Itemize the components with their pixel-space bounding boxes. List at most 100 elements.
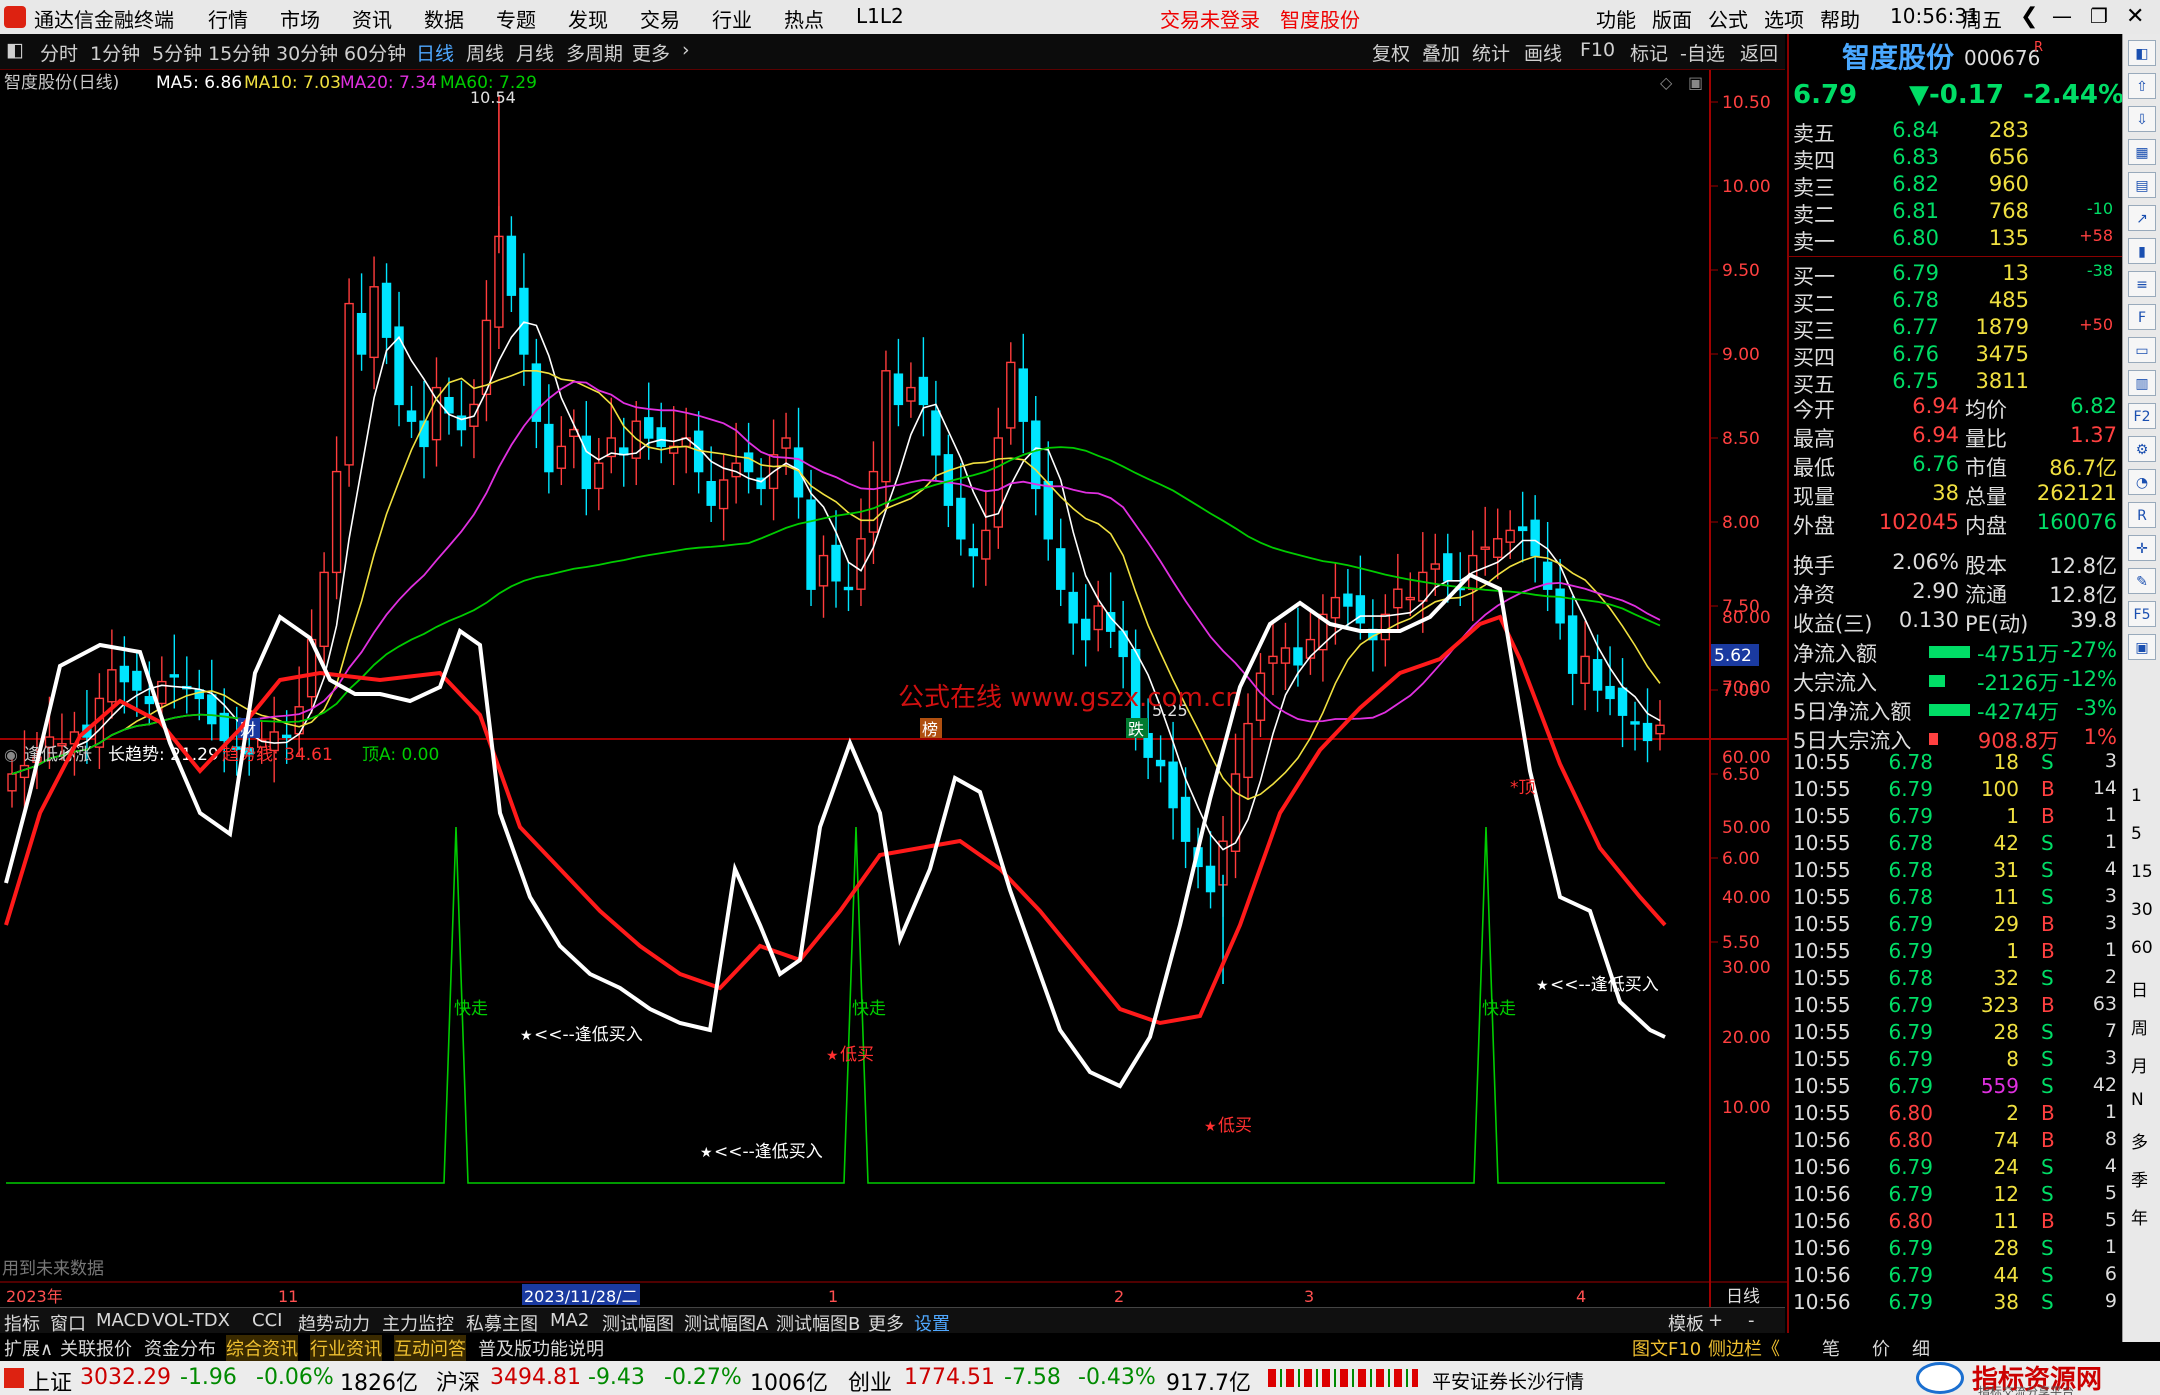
indicator-tab[interactable]: MA2 xyxy=(550,1310,589,1331)
arrow-down-icon[interactable]: ⇩ xyxy=(2128,106,2156,132)
indicator-tab[interactable]: MACD xyxy=(96,1310,150,1331)
period-5min[interactable]: 5分钟 xyxy=(152,39,202,66)
cross-icon[interactable]: ✛ xyxy=(2128,535,2156,561)
panel-toggle-icon[interactable]: ◧ xyxy=(6,39,24,61)
settings-icon[interactable]: ⚙ xyxy=(2128,436,2156,462)
period-shortcut[interactable]: 60 xyxy=(2131,938,2153,958)
menu-shuju[interactable]: 数据 xyxy=(424,4,464,33)
grid-icon[interactable]: ▦ xyxy=(2128,139,2156,165)
chart-area[interactable]: 智度股份(日线) MA5: 6.86 MA10: 7.03 MA20: 7.34… xyxy=(0,70,1787,1307)
template-btn[interactable]: + xyxy=(1708,1310,1723,1331)
menu-gongshi[interactable]: 公式 xyxy=(1708,4,1748,33)
period-more[interactable]: 更多 xyxy=(632,39,670,66)
list-icon[interactable]: ≡ xyxy=(2128,271,2156,297)
side-tab[interactable]: 图文F10 xyxy=(1632,1335,1701,1361)
btn-f10[interactable]: F10 xyxy=(1580,39,1615,61)
template-btn[interactable]: - xyxy=(1748,1310,1755,1331)
extension-tab[interactable]: 综合资讯 xyxy=(226,1335,298,1361)
period-shortcut[interactable]: 月 xyxy=(2131,1052,2148,1077)
menu-xuanxiang[interactable]: 选项 xyxy=(1764,4,1804,33)
sidebar-toggle-icon[interactable]: ◧ xyxy=(2128,40,2156,66)
restore-icon[interactable]: ❐ xyxy=(2090,4,2108,28)
btn-fuquan[interactable]: 复权 xyxy=(1372,39,1410,66)
menu-zhuanti[interactable]: 专题 xyxy=(496,4,536,33)
period-15min[interactable]: 15分钟 xyxy=(208,39,270,66)
sz-label[interactable]: 沪深 xyxy=(436,1365,480,1395)
back-icon[interactable]: ❮ xyxy=(2020,4,2038,29)
btn-diejia[interactable]: 叠加 xyxy=(1422,39,1460,66)
indicator-tab[interactable]: CCI xyxy=(252,1310,282,1331)
menu-l1l2[interactable]: L1L2 xyxy=(856,4,904,28)
side-tab[interactable]: 笔 xyxy=(1822,1335,1840,1361)
period-30min[interactable]: 30分钟 xyxy=(276,39,338,66)
btn-fanhui[interactable]: 返回 xyxy=(1740,39,1778,66)
sh-label[interactable]: 上证 xyxy=(28,1365,72,1395)
period-daily[interactable]: 日线 xyxy=(416,39,454,66)
menu-shichang[interactable]: 市场 xyxy=(280,4,320,33)
login-status[interactable]: 交易未登录 xyxy=(1160,4,1260,33)
period-weekly[interactable]: 周线 xyxy=(466,39,504,66)
doc-icon[interactable]: ▭ xyxy=(2128,337,2156,363)
period-shortcut[interactable]: 15 xyxy=(2131,862,2153,882)
indicator-toggle-icon[interactable]: ◉ xyxy=(4,745,18,764)
close-icon[interactable]: ✕ xyxy=(2126,4,2144,29)
rsi-icon[interactable]: R xyxy=(2128,502,2156,528)
window-icon[interactable]: ▣ xyxy=(2128,634,2156,660)
menu-gongneng[interactable]: 功能 xyxy=(1596,4,1636,33)
extension-tab[interactable]: 资金分布 xyxy=(144,1335,216,1361)
arrow-up-icon[interactable]: ⇧ xyxy=(2128,73,2156,99)
period-60min[interactable]: 60分钟 xyxy=(344,39,406,66)
period-monthly[interactable]: 月线 xyxy=(516,39,554,66)
pen-icon[interactable]: ✎ xyxy=(2128,568,2156,594)
market-heat-icon[interactable] xyxy=(1268,1369,1418,1387)
btn-biaoji[interactable]: 标记 xyxy=(1630,39,1668,66)
menu-banmian[interactable]: 版面 xyxy=(1652,4,1692,33)
menu-faxian[interactable]: 发现 xyxy=(568,4,608,33)
period-shortcut[interactable]: N xyxy=(2131,1090,2144,1110)
period-shortcut[interactable]: 周 xyxy=(2131,1014,2148,1039)
menu-hangye[interactable]: 行业 xyxy=(712,4,752,33)
line-chart-icon[interactable]: ↗ xyxy=(2128,205,2156,231)
table-icon[interactable]: ▤ xyxy=(2128,172,2156,198)
period-shortcut[interactable]: 1 xyxy=(2131,786,2142,806)
menu-zixun[interactable]: 资讯 xyxy=(352,4,392,33)
btn-huaxian[interactable]: 画线 xyxy=(1524,39,1562,66)
marker-bang[interactable]: 榜 xyxy=(922,720,938,739)
f5-icon[interactable]: F5 xyxy=(2128,601,2156,627)
f10-icon[interactable]: F xyxy=(2128,304,2156,330)
diamond-icon[interactable]: ◇ xyxy=(1660,73,1673,92)
chevron-right-icon[interactable]: › xyxy=(682,39,690,61)
period-shortcut[interactable]: 日 xyxy=(2131,976,2148,1001)
side-tab[interactable]: 价 xyxy=(1872,1335,1890,1361)
f2-icon[interactable]: F2 xyxy=(2128,403,2156,429)
report-icon[interactable]: ▥ xyxy=(2128,370,2156,396)
period-1min[interactable]: 1分钟 xyxy=(90,39,140,66)
extension-tab[interactable]: 普及版功能说明 xyxy=(478,1335,604,1361)
pane-close-icon[interactable]: ▣ xyxy=(1688,73,1703,92)
period-shortcut[interactable]: 5 xyxy=(2131,824,2142,844)
candle-icon[interactable]: ▮ xyxy=(2128,238,2156,264)
menu-redian[interactable]: 热点 xyxy=(784,4,824,33)
menu-hangqing[interactable]: 行情 xyxy=(208,4,248,33)
indicator-tab[interactable]: VOL-TDX xyxy=(152,1310,230,1331)
period-shortcut[interactable]: 多 xyxy=(2131,1128,2148,1153)
cy-label[interactable]: 创业 xyxy=(848,1365,892,1395)
menu-jiaoyi[interactable]: 交易 xyxy=(640,4,680,33)
minimize-icon[interactable]: — xyxy=(2052,4,2072,28)
period-multi[interactable]: 多周期 xyxy=(566,39,623,66)
btn-zixuan[interactable]: -自选 xyxy=(1680,39,1725,66)
side-tab[interactable]: 细 xyxy=(1912,1335,1930,1361)
side-tab[interactable]: 侧边栏《 xyxy=(1708,1335,1780,1361)
extension-tab[interactable]: 行业资讯 xyxy=(310,1335,382,1361)
extension-tab[interactable]: 互动问答 xyxy=(394,1335,466,1361)
menu-bangzhu[interactable]: 帮助 xyxy=(1820,4,1860,33)
period-shortcut[interactable]: 季 xyxy=(2131,1166,2148,1191)
period-shortcut[interactable]: 30 xyxy=(2131,900,2153,920)
btn-tongji[interactable]: 统计 xyxy=(1472,39,1510,66)
extension-tab[interactable]: 扩展∧ xyxy=(4,1335,53,1361)
clock-icon[interactable]: ◔ xyxy=(2128,469,2156,495)
period-fenshi[interactable]: 分时 xyxy=(40,39,78,66)
marker-die[interactable]: 跌 xyxy=(1128,720,1144,739)
period-shortcut[interactable]: 年 xyxy=(2131,1204,2148,1229)
extension-tab[interactable]: 关联报价 xyxy=(60,1335,132,1361)
